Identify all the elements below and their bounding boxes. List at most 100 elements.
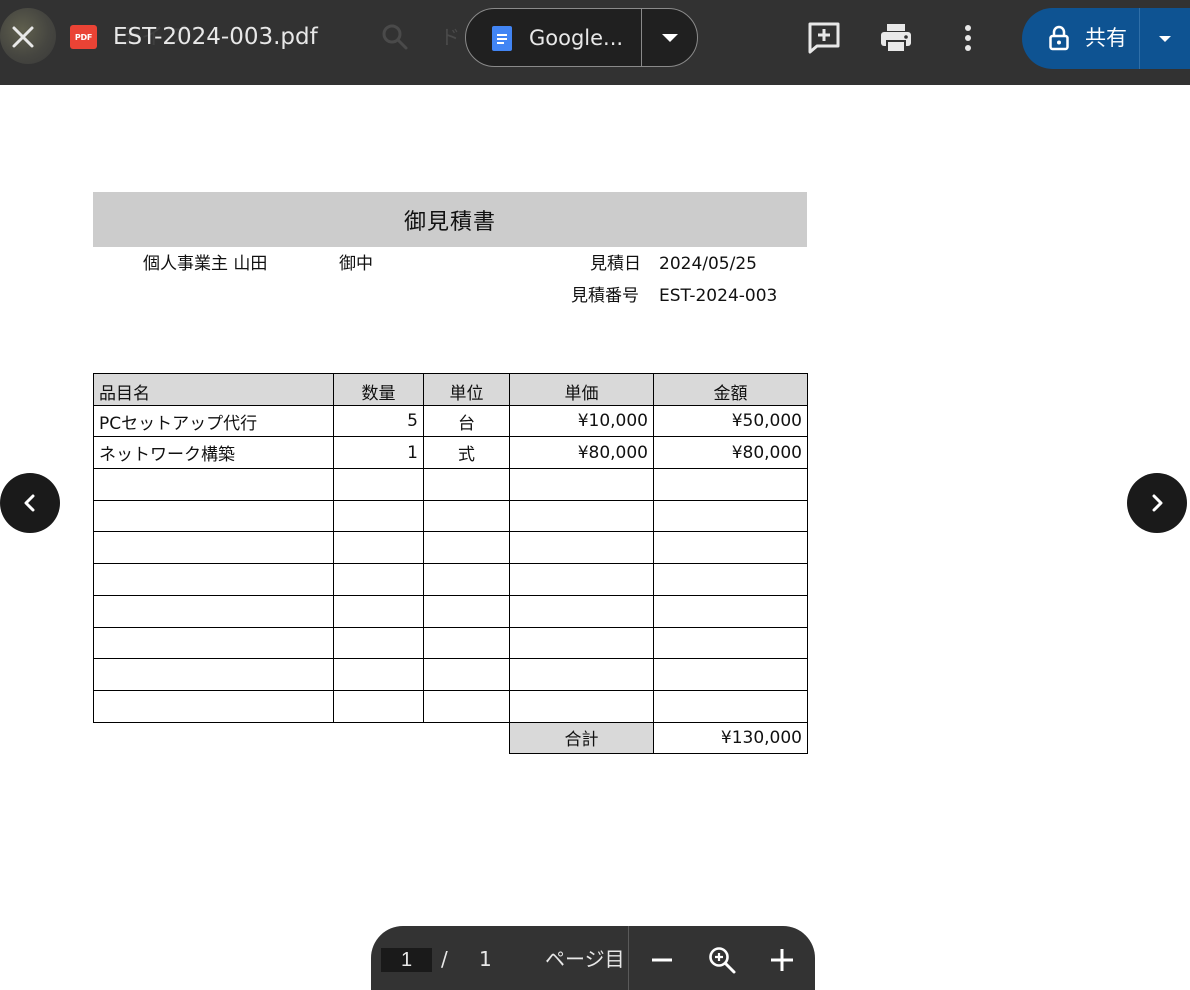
toolbar-divider	[628, 926, 629, 990]
cell-quantity: 5	[333, 404, 424, 438]
minus-icon	[652, 958, 672, 962]
print-icon	[881, 24, 911, 53]
zoom-out-button[interactable]	[642, 940, 682, 980]
cell-item-name	[93, 689, 334, 723]
pdf-file-icon: PDF	[70, 25, 97, 49]
total-row: 合計 ¥130,000	[94, 721, 808, 755]
estimate-number-label: 見積番号	[571, 286, 639, 306]
share-dropdown-button[interactable]	[1140, 8, 1190, 69]
table-row	[93, 468, 808, 501]
cell-quantity	[333, 689, 424, 723]
zoom-button[interactable]	[702, 940, 742, 980]
open-with-button[interactable]: Google...	[465, 8, 698, 67]
cell-quantity	[333, 594, 424, 628]
open-with-dropdown-button[interactable]	[642, 9, 698, 66]
cell-unit	[423, 468, 510, 501]
cell-quantity: 1	[333, 436, 424, 470]
cell-unit: 式	[423, 436, 510, 470]
cell-quantity	[333, 626, 424, 660]
table-row	[93, 626, 808, 660]
cell-item-name	[93, 499, 334, 533]
background-text: ド	[440, 25, 460, 49]
estimate-number-value: EST-2024-003	[659, 286, 778, 306]
cell-item-name: PCセットアップ代行	[93, 404, 334, 438]
cell-amount	[653, 531, 808, 565]
header-unit: 単位	[423, 373, 510, 406]
cell-amount: ¥80,000	[653, 436, 808, 470]
date-label: 見積日	[590, 254, 641, 274]
share-label: 共有	[1085, 26, 1127, 50]
cell-item-name	[93, 626, 334, 660]
cell-unit-price	[509, 531, 654, 565]
table-row	[93, 563, 808, 596]
cell-amount	[653, 689, 808, 723]
close-button[interactable]	[2, 16, 44, 58]
cell-amount	[653, 626, 808, 660]
table-row: ネットワーク構築 1 式 ¥80,000 ¥80,000	[93, 436, 808, 470]
client-name: 個人事業主 山田	[143, 254, 268, 274]
cell-quantity	[333, 468, 424, 501]
cell-quantity	[333, 531, 424, 565]
previous-file-button[interactable]	[0, 473, 60, 533]
next-file-button[interactable]	[1127, 473, 1187, 533]
cell-unit-price	[509, 468, 654, 501]
cell-item-name	[93, 658, 334, 691]
cell-unit-price	[509, 689, 654, 723]
open-with-label: Google...	[529, 26, 624, 50]
plus-icon	[771, 949, 793, 971]
cell-unit-price	[509, 658, 654, 691]
cell-unit-price	[509, 626, 654, 660]
page-label: ページ目	[545, 947, 625, 971]
table-row	[93, 658, 808, 691]
total-spacer	[94, 722, 510, 754]
chevron-right-icon	[1152, 494, 1163, 512]
cell-unit	[423, 626, 510, 660]
cell-unit	[423, 594, 510, 628]
document-title: 御見積書	[93, 192, 807, 247]
zoom-icon	[709, 947, 736, 974]
table-row: PCセットアップ代行 5 台 ¥10,000 ¥50,000	[93, 404, 808, 438]
caret-down-icon	[1159, 35, 1171, 42]
cell-unit-price	[509, 594, 654, 628]
share-button[interactable]: 共有	[1022, 8, 1190, 69]
pdf-badge-text: PDF	[74, 32, 93, 42]
cell-item-name	[93, 531, 334, 565]
more-options-button[interactable]	[944, 14, 992, 62]
cell-amount	[653, 563, 808, 596]
cell-amount	[653, 499, 808, 533]
cell-amount: ¥50,000	[653, 404, 808, 438]
cell-item-name	[93, 563, 334, 596]
chevron-left-icon	[24, 494, 35, 512]
cell-amount	[653, 594, 808, 628]
page-toolbar: / 1 ページ目	[371, 926, 815, 990]
zoom-in-button[interactable]	[762, 940, 802, 980]
cell-item-name	[93, 468, 334, 501]
total-value: ¥130,000	[653, 721, 808, 755]
cell-quantity	[333, 658, 424, 691]
close-icon	[12, 26, 34, 48]
cell-unit-price: ¥80,000	[509, 436, 654, 470]
print-button[interactable]	[872, 14, 920, 62]
cell-unit	[423, 531, 510, 565]
google-docs-icon	[492, 26, 512, 51]
page-number-input[interactable]	[381, 948, 432, 972]
cell-unit	[423, 563, 510, 596]
cell-unit	[423, 499, 510, 533]
file-title: EST-2024-003.pdf	[113, 24, 318, 50]
total-label: 合計	[509, 721, 654, 755]
estimate-table: 品目名 数量 単位 単価 金額 PCセットアップ代行 5 台 ¥10,000 ¥50,0…	[93, 373, 808, 755]
cell-unit: 台	[423, 404, 510, 438]
cell-item-name	[93, 594, 334, 628]
more-vert-icon	[965, 25, 971, 51]
cell-unit	[423, 658, 510, 691]
page-separator: /	[441, 947, 448, 971]
cell-quantity	[333, 563, 424, 596]
cell-unit-price	[509, 563, 654, 596]
background-search-icon	[382, 24, 408, 50]
table-header-row: 品目名 数量 単位 単価 金額	[93, 373, 808, 406]
cell-item-name: ネットワーク構築	[93, 436, 334, 470]
add-comment-button[interactable]	[800, 14, 848, 62]
cell-unit-price	[509, 499, 654, 533]
lock-icon	[1049, 25, 1069, 51]
header-amount: 金額	[653, 373, 808, 406]
